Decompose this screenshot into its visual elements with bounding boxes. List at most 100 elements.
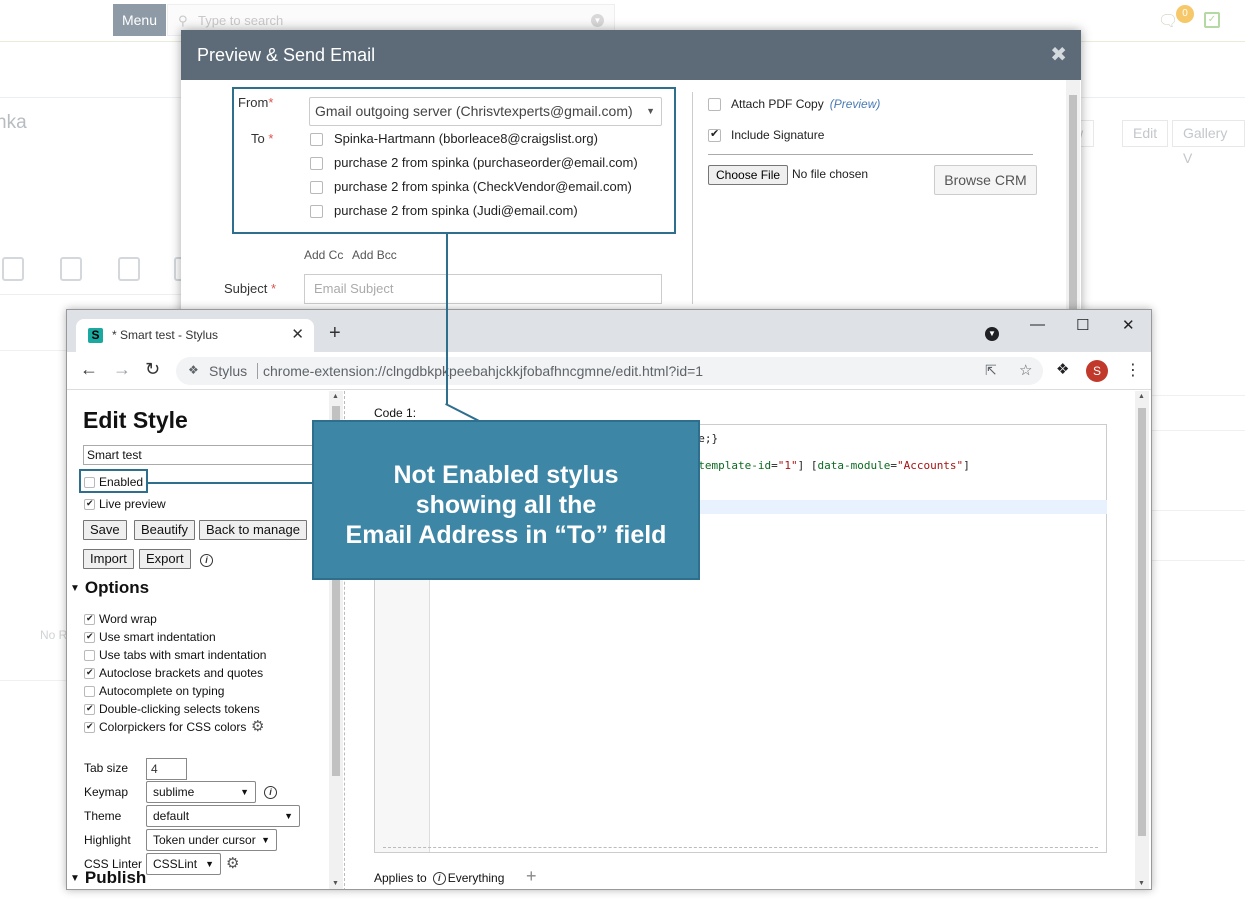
close-tab-icon[interactable]: ✕ [291,325,304,343]
option-checkbox[interactable] [84,631,95,644]
info-icon[interactable]: i [432,872,446,886]
horizontal-scrollbar[interactable] [383,847,1098,850]
option-smart-indentation[interactable]: Use smart indentation [84,630,216,644]
gear-icon[interactable]: ⚙ [251,717,264,735]
crm-menu-button[interactable]: Menu [113,4,166,36]
callout-connector [147,482,313,484]
option-checkbox[interactable] [84,721,95,734]
scroll-down-icon[interactable]: ▼ [1138,880,1145,887]
options-heading[interactable]: ▼ Options [70,578,149,598]
address-bar[interactable]: ❖ Stylus chrome-extension://clngdbkpkpee… [176,357,1043,385]
briefcase-icon[interactable] [118,257,140,281]
save-button[interactable]: Save [83,520,127,540]
minimize-icon[interactable]: — [1030,316,1045,333]
scroll-down-icon[interactable]: ▼ [332,880,339,887]
recipient-checkbox[interactable] [310,205,323,219]
profile-avatar[interactable]: S [1086,360,1108,382]
reload-icon[interactable]: ↻ [145,359,160,380]
import-button[interactable]: Import [83,549,134,569]
close-icon[interactable]: ✖ [1050,30,1067,80]
publish-heading[interactable]: ▼ Publish [70,868,146,888]
attach-pdf-checkbox[interactable] [708,98,721,112]
tab-size-input[interactable]: 4 [146,758,187,780]
option-autocomplete[interactable]: Autocomplete on typing [84,684,224,698]
option-colorpickers[interactable]: Colorpickers for CSS colors [84,720,246,734]
recipient-row[interactable]: purchase 2 from spinka (Judi@email.com) [310,201,578,221]
browse-crm-button[interactable]: Browse CRM [934,165,1037,195]
back-icon[interactable]: ← [80,359,98,380]
stylus-browser-window: S * Smart test - Stylus ✕ + ▼ — ☐ ✕ ← → … [66,309,1152,890]
live-preview-checkbox[interactable] [84,498,95,511]
add-cc-link[interactable]: Add Cc [304,248,343,262]
browser-menu-icon[interactable]: ⋮ [1125,360,1141,380]
new-tab-icon[interactable]: + [329,322,341,345]
editor-scrollbar[interactable]: ▲ ▼ [1135,391,1149,889]
option-autoclose-brackets[interactable]: Autoclose brackets and quotes [84,666,263,680]
live-preview-option[interactable]: Live preview [84,497,166,511]
calendar-check-icon[interactable]: ✓ [1204,12,1220,28]
info-icon[interactable]: i [264,786,277,799]
attach-pdf-option[interactable]: Attach PDF Copy (Preview) [708,97,881,112]
add-bcc-link[interactable]: Add Bcc [352,248,397,262]
recipient-row[interactable]: purchase 2 from spinka (purchaseorder@em… [310,153,638,173]
scroll-up-icon[interactable]: ▲ [332,393,339,400]
option-checkbox[interactable] [84,613,95,626]
enabled-checkbox[interactable] [84,477,95,489]
bookmark-star-icon[interactable]: ☆ [1019,361,1032,379]
modal-header: Preview & Send Email ✖ [181,30,1081,80]
option-tabs-smart-indentation[interactable]: Use tabs with smart indentation [84,648,266,662]
document-icon[interactable] [60,257,82,281]
calendar-icon[interactable] [2,257,24,281]
enabled-option[interactable]: Enabled [84,475,143,489]
highlight-select[interactable]: Token under cursor ▼ [146,829,277,851]
window-close-icon[interactable]: ✕ [1122,316,1135,334]
code-token: "1" [777,459,798,472]
theme-value: default [153,809,190,823]
crm-gallery-button[interactable]: Gallery V [1172,120,1245,166]
option-double-click-select[interactable]: Double-clicking selects tokens [84,702,260,716]
option-checkbox[interactable] [84,667,95,680]
scrollbar-thumb[interactable] [1138,408,1146,836]
collapse-triangle-icon: ▼ [70,873,80,885]
export-button[interactable]: Export [139,549,191,569]
crm-edit-button[interactable]: Edit [1122,120,1169,147]
scroll-up-icon[interactable]: ▲ [1138,393,1145,400]
from-select[interactable]: Gmail outgoing server (Chrisvtexperts@gm… [309,97,662,126]
recipient-checkbox[interactable] [310,133,323,147]
theme-select[interactable]: default ▼ [146,805,300,827]
beautify-button[interactable]: Beautify [134,520,195,540]
gear-icon[interactable]: ⚙ [226,854,239,872]
include-signature-checkbox[interactable] [708,127,721,143]
option-label: Word wrap [99,612,157,626]
recipient-row[interactable]: purchase 2 from spinka (CheckVendor@emai… [310,177,632,197]
add-applies-to-icon[interactable]: + [526,866,537,887]
extensions-puzzle-icon[interactable]: ❖ [1056,360,1069,378]
modal-scrollbar[interactable] [1066,80,1080,310]
subject-input[interactable]: Email Subject [304,274,662,304]
include-signature-option[interactable]: Include Signature [708,127,824,143]
chevron-down-icon[interactable]: ▼ [591,14,604,27]
style-name-input[interactable]: Smart test [83,445,323,465]
back-to-manage-button[interactable]: Back to manage [199,520,307,540]
option-checkbox[interactable] [84,703,95,716]
option-checkbox[interactable] [84,650,95,662]
recipient-row[interactable]: Spinka-Hartmann (bborleace8@craigslist.o… [310,129,598,149]
forward-icon[interactable]: → [113,359,131,380]
info-icon[interactable]: i [200,554,213,567]
recipient-checkbox[interactable] [310,181,323,195]
from-value: Gmail outgoing server (Chrisvtexperts@gm… [315,103,633,119]
tab-stylus[interactable]: S * Smart test - Stylus ✕ [76,319,314,352]
maximize-icon[interactable]: ☐ [1076,316,1089,334]
preview-link[interactable]: (Preview) [830,97,881,111]
scrollbar-thumb[interactable] [1069,95,1077,310]
choose-file-button[interactable]: Choose File [708,165,789,185]
css-linter-select[interactable]: CSSLint ▼ [146,853,221,875]
option-checkbox[interactable] [84,686,95,698]
option-word-wrap[interactable]: Word wrap [84,612,157,626]
annotation-callout: Not Enabled stylus showing all the Email… [312,420,700,580]
tab-search-icon[interactable]: ▼ [985,327,999,341]
recipient-checkbox[interactable] [310,157,323,171]
keymap-select[interactable]: sublime ▼ [146,781,256,803]
share-icon[interactable]: ⇱ [985,362,997,379]
applies-to-row: Applies to i Everything [374,871,504,886]
